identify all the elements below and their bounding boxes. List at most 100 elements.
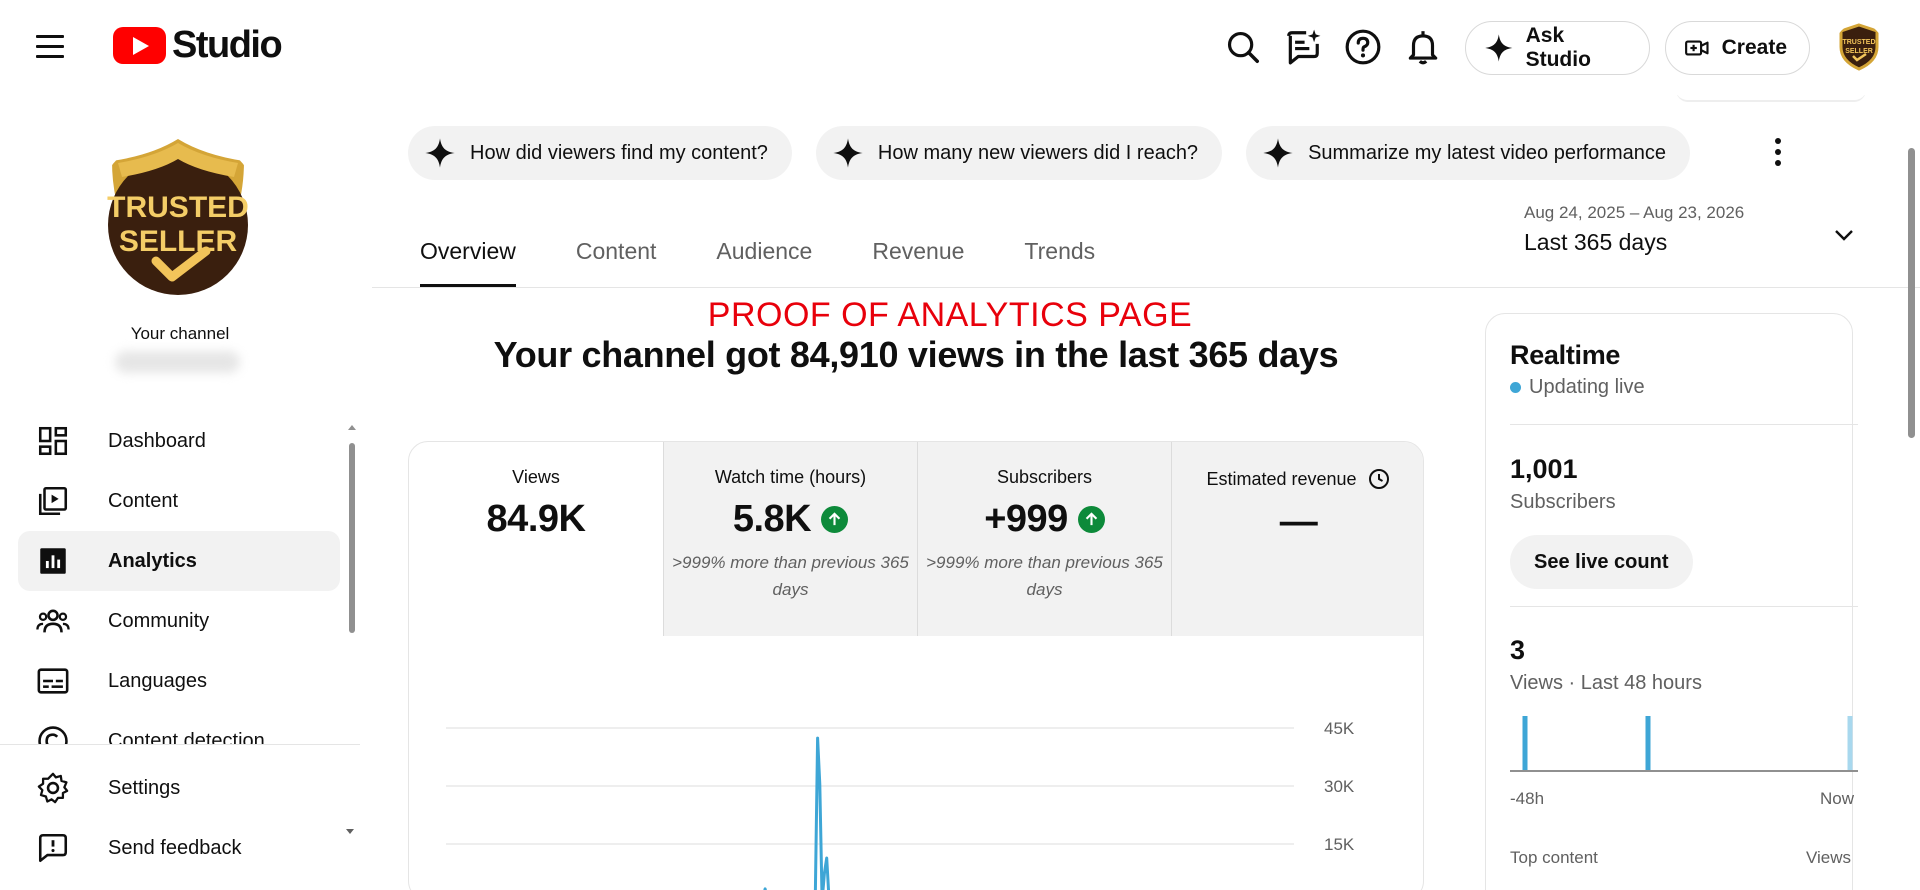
metric-subscribers[interactable]: Subscribers +999 >999% more than previou… [917,442,1171,636]
metric-note: >999% more than previous 365 days [926,553,1163,599]
sidebar-item-label: Analytics [108,549,197,572]
create-button[interactable]: Create [1665,21,1810,75]
suggestion-chip[interactable]: How many new viewers did I reach? [815,126,1223,180]
metric-estimated-revenue[interactable]: Estimated revenue — [1171,442,1423,636]
menu-icon[interactable] [36,26,76,66]
sidebar-item-community[interactable]: Community [18,591,340,651]
sidebar-item-label: Languages [108,669,207,692]
suggestion-chip-label: Summarize my latest video performance [1308,141,1666,164]
metric-label: Views [512,467,560,487]
sidebar-scrollbar[interactable] [348,425,356,710]
sidebar-item-dashboard[interactable]: Dashboard [18,411,340,471]
content-icon [38,486,68,516]
feedback-chat-icon[interactable] [1284,28,1322,66]
date-range-dates: Aug 24, 2025 – Aug 23, 2026 [1524,203,1745,222]
trusted-seller-badge-small: TRUSTED SELLER [1835,23,1883,71]
clock-icon [1368,469,1389,489]
send-feedback-icon [38,833,68,863]
metric-value: +999 [984,498,1068,540]
analytics-icon [40,548,66,574]
studio-logo[interactable]: Studio [113,24,283,67]
realtime-bar[interactable] [1645,716,1651,770]
proof-text: PROOF OF ANALYTICS PAGE [707,296,1193,334]
top-bar: Studio Ask Studio Create TRUSTED SELLER [0,0,1920,95]
sidebar-item-send-feedback[interactable]: Send feedback [18,818,340,878]
realtime-views-label: Views · Last 48 hours [1510,672,1702,694]
sidebar-item-label: Settings [108,776,181,799]
date-range-picker[interactable]: Aug 24, 2025 – Aug 23, 2026 Last 365 day… [1524,203,1853,263]
channel-name-redacted [115,351,240,373]
realtime-title: Realtime [1510,340,1621,370]
help-icon[interactable] [1344,28,1382,66]
sparkle-icon [1263,138,1293,168]
sidebar-divider [0,744,360,745]
views-column-label: Views [1806,848,1852,867]
views-line-chart[interactable]: 015K30K45K [409,682,1424,890]
account-avatar[interactable]: TRUSTED SELLER [1835,23,1883,71]
sidebar-item-languages[interactable]: Languages [18,651,340,711]
sidebar-item-content-detection[interactable]: Content detection [18,711,340,744]
community-icon [36,609,70,633]
metric-note: >999% more than previous 365 days [672,553,909,599]
date-range-label: Last 365 days [1524,229,1668,255]
logo-text: Studio [172,24,283,66]
tab-revenue[interactable]: Revenue [872,225,964,287]
realtime-status-text: Updating live [1529,376,1645,398]
realtime-subscribers-label: Subscribers [1510,491,1616,513]
metric-value: 5.8K [732,498,812,540]
sidebar-item-settings[interactable]: Settings [18,758,340,818]
sparkle-icon [1485,34,1513,62]
scroll-up-arrow-icon[interactable] [348,425,356,430]
sidebar-item-label: Community [108,609,210,632]
tab-trends[interactable]: Trends [1024,225,1095,287]
metric-value: — [1279,501,1318,543]
sparkle-icon [833,138,863,168]
suggestion-chip[interactable]: Summarize my latest video performance [1246,126,1690,180]
sidebar-item-label: Content detection [108,729,265,745]
suggestion-chip[interactable]: How did viewers find my content? [408,126,792,180]
tab-audience[interactable]: Audience [716,225,812,287]
search-icon[interactable] [1224,28,1262,66]
realtime-views-value: 3 [1510,635,1526,665]
y-tick-label: 30K [1324,777,1355,796]
live-dot-icon [1510,382,1521,393]
realtime-bar-chart[interactable] [1510,714,1858,774]
suggestion-chip-label: How did viewers find my content? [470,141,768,164]
sidebar-item-analytics[interactable]: Analytics [18,531,340,591]
ask-studio-label: Ask Studio [1525,24,1591,71]
metric-watch-time[interactable]: Watch time (hours) 5.8K >999% more than … [663,442,917,636]
realtime-divider [1510,606,1858,607]
page-scrollbar-thumb[interactable] [1908,148,1915,438]
metric-label: Watch time (hours) [714,467,867,487]
metric-value: 84.9K [486,498,586,540]
channel-avatar[interactable]: TRUSTED SELLER [94,133,262,301]
trusted-seller-badge: TRUSTED SELLER [94,133,262,301]
svg-text:TRUSTED: TRUSTED [1842,39,1875,46]
realtime-divider [1510,424,1858,425]
youtube-studio-analytics: Studio Ask Studio Create TRUSTED SELLER … [0,0,1920,890]
metric-label: Estimated revenue [1206,468,1357,489]
sidebar-bottom-nav: Settings Send feedback [18,758,340,878]
realtime-axis-right: Now [1820,789,1855,808]
scrollbar-thumb[interactable] [349,443,355,633]
youtube-play-icon [113,27,166,64]
notifications-icon[interactable] [1404,28,1442,66]
tab-content[interactable]: Content [576,225,657,287]
metric-views[interactable]: Views 84.9K [409,442,663,636]
see-live-count-button[interactable]: See live count [1510,535,1693,589]
sidebar-item-label: Content [108,489,179,512]
realtime-bar[interactable] [1522,716,1528,770]
y-tick-label: 15K [1324,835,1355,854]
scroll-down-arrow-icon[interactable] [346,829,354,834]
sidebar-item-content[interactable]: Content [18,471,340,531]
badge-text-trusted: TRUSTED [107,191,249,224]
more-options-icon[interactable] [1772,135,1784,169]
sidebar-item-label: Send feedback [108,836,242,859]
sidebar-nav: Dashboard Content Analytics Community La… [18,411,340,744]
metric-label: Subscribers [996,467,1093,487]
chevron-down-icon [1835,230,1853,241]
tab-overview[interactable]: Overview [420,225,516,287]
realtime-bar[interactable] [1847,716,1853,770]
ask-studio-button[interactable]: Ask Studio [1465,21,1650,75]
views-series-line [763,736,831,890]
